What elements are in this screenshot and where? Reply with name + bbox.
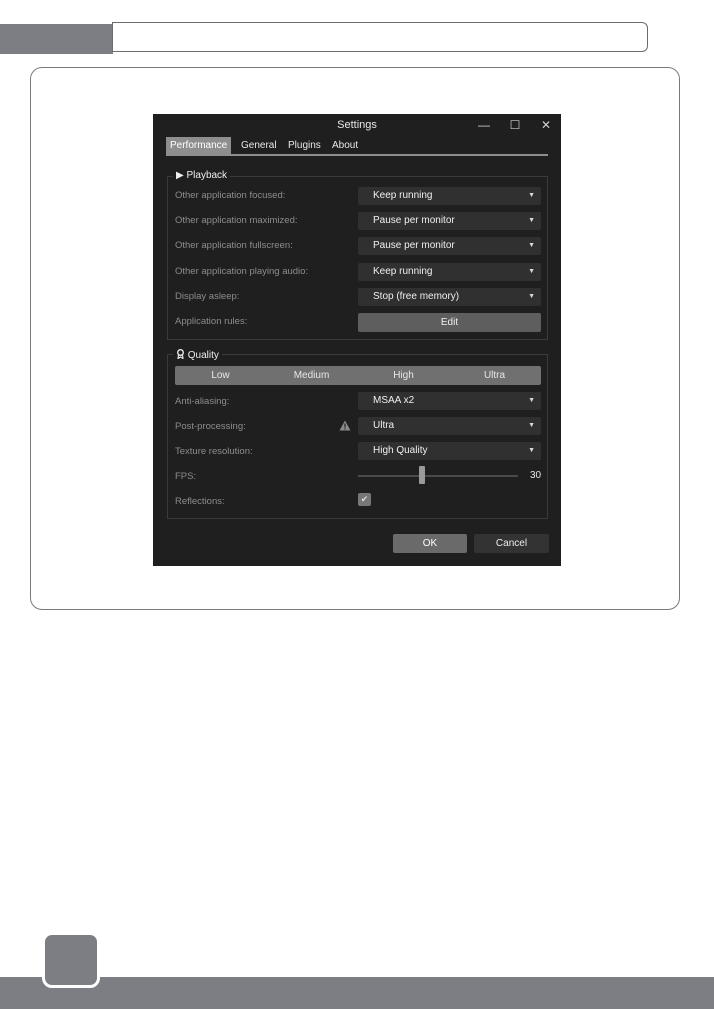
chevron-down-icon: ▼: [528, 422, 535, 429]
dropdown-value: Pause per monitor: [373, 240, 455, 251]
play-icon: ▶: [176, 170, 184, 181]
award-icon: [176, 349, 188, 361]
tab-about[interactable]: About: [328, 137, 362, 154]
tab-general[interactable]: General: [237, 137, 281, 154]
dropdown-antialiasing[interactable]: MSAA x2 ▼: [358, 392, 541, 410]
header-box: [112, 22, 648, 52]
chevron-down-icon: ▼: [528, 447, 535, 454]
tab-plugins[interactable]: Plugins: [284, 137, 325, 154]
row-label-texture: Texture resolution:: [175, 446, 253, 457]
dropdown-maximized[interactable]: Pause per monitor ▼: [358, 212, 541, 230]
row-label-display-asleep: Display asleep:: [175, 291, 240, 302]
title-bar: Settings — ☐ ✕: [153, 114, 561, 136]
chevron-down-icon: ▼: [528, 217, 535, 224]
window-title: Settings: [337, 119, 377, 131]
maximize-button[interactable]: ☐: [507, 117, 523, 133]
dropdown-value: Stop (free memory): [373, 291, 460, 302]
header-tab: [0, 24, 113, 54]
preset-medium[interactable]: Medium: [266, 366, 357, 385]
row-label-reflections: Reflections:: [175, 496, 225, 507]
page-number-box: [42, 932, 100, 988]
chevron-down-icon: ▼: [528, 192, 535, 199]
edit-rules-button[interactable]: Edit: [358, 313, 541, 332]
row-label-maximized: Other application maximized:: [175, 215, 298, 226]
quality-title: Quality: [187, 350, 219, 361]
reflections-checkbox[interactable]: ✔: [358, 493, 371, 506]
ok-button[interactable]: OK: [393, 534, 467, 553]
chevron-down-icon: ▼: [528, 293, 535, 300]
dropdown-value: Ultra: [373, 420, 395, 431]
chevron-down-icon: ▼: [528, 268, 535, 275]
dropdown-value: Pause per monitor: [373, 215, 455, 226]
dropdown-texture[interactable]: High Quality ▼: [358, 442, 541, 460]
fps-slider-thumb[interactable]: [419, 466, 425, 484]
dropdown-display-asleep[interactable]: Stop (free memory) ▼: [358, 288, 541, 306]
minimize-button[interactable]: —: [476, 117, 492, 133]
row-label-fps: FPS:: [175, 471, 197, 482]
preset-high[interactable]: High: [358, 366, 449, 385]
row-label-fullscreen: Other application fullscreen:: [175, 240, 293, 251]
dropdown-audio[interactable]: Keep running ▼: [358, 263, 541, 281]
playback-header: ▶ Playback: [173, 170, 231, 181]
checkmark-icon: ✔: [360, 494, 369, 504]
fps-slider-track[interactable]: [358, 475, 518, 477]
settings-window: Settings — ☐ ✕ Performance General Plugi…: [153, 114, 561, 566]
fps-value: 30: [530, 470, 542, 481]
cancel-button[interactable]: Cancel: [474, 534, 549, 553]
dropdown-value: MSAA x2: [373, 395, 415, 406]
chevron-down-icon: ▼: [528, 242, 535, 249]
dropdown-fullscreen[interactable]: Pause per monitor ▼: [358, 237, 541, 255]
row-label-application-rules: Application rules:: [175, 316, 248, 327]
chevron-down-icon: ▼: [528, 397, 535, 404]
quality-header: Quality: [173, 349, 222, 361]
preset-low[interactable]: Low: [175, 366, 266, 385]
tab-performance[interactable]: Performance: [166, 137, 232, 154]
footer-bar: [0, 977, 714, 1009]
dropdown-value: Keep running: [373, 190, 433, 201]
tab-underline: [166, 154, 548, 156]
playback-title: Playback: [186, 170, 228, 181]
dropdown-focused[interactable]: Keep running ▼: [358, 187, 541, 205]
row-label-focused: Other application focused:: [175, 190, 286, 201]
warning-icon: [339, 420, 351, 431]
quality-preset-selector: Low Medium High Ultra: [175, 366, 541, 385]
row-label-antialiasing: Anti-aliasing:: [175, 396, 230, 407]
close-button[interactable]: ✕: [538, 117, 554, 133]
row-label-audio: Other application playing audio:: [175, 266, 309, 277]
preset-ultra[interactable]: Ultra: [449, 366, 540, 385]
dropdown-value: High Quality: [373, 445, 428, 456]
row-label-postprocessing: Post-processing:: [175, 421, 246, 432]
dropdown-value: Keep running: [373, 266, 433, 277]
dropdown-postprocessing[interactable]: Ultra ▼: [358, 417, 541, 435]
